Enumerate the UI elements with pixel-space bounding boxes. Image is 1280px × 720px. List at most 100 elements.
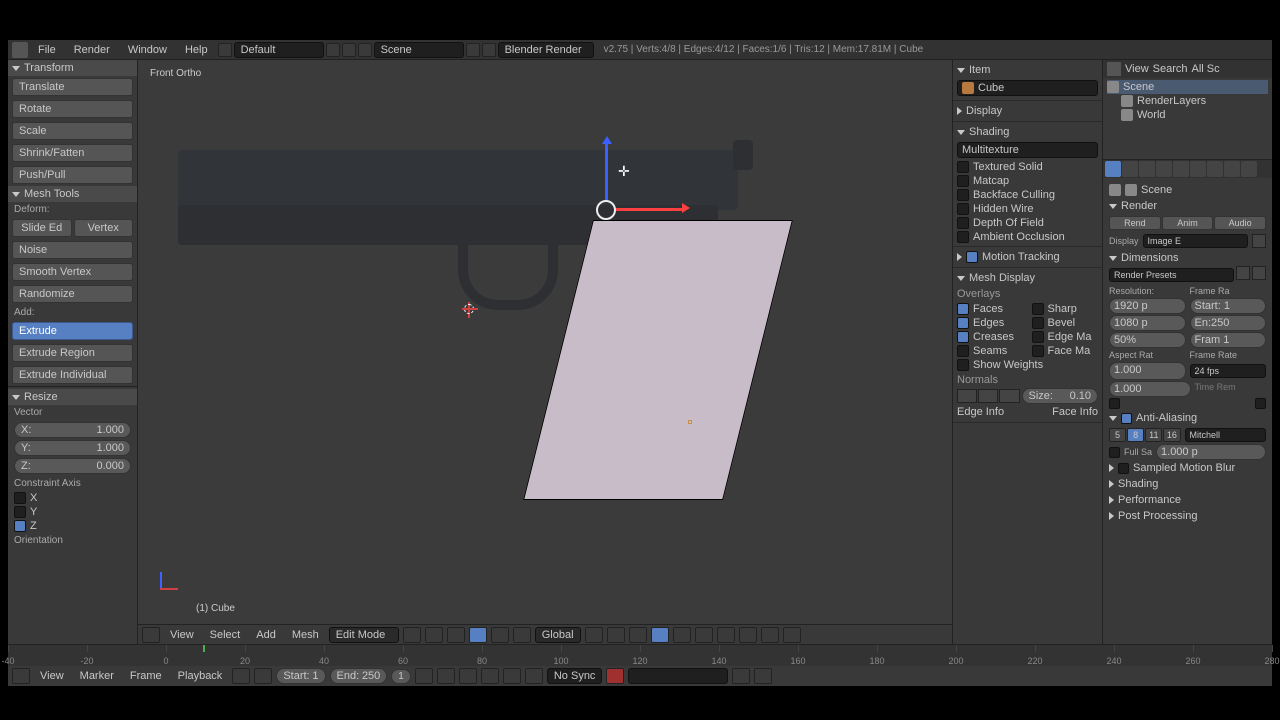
post-processing-panel-header[interactable]: Post Processing — [1109, 508, 1266, 524]
item-panel-header[interactable]: Item — [957, 62, 1098, 78]
backface-checkbox[interactable] — [957, 189, 969, 201]
normals-size-field[interactable]: Size:0.10 — [1022, 388, 1099, 404]
keyframe-prev-icon[interactable] — [437, 668, 455, 684]
dimensions-panel-header[interactable]: Dimensions — [1109, 250, 1266, 266]
opengl-render-icon[interactable] — [761, 627, 779, 643]
auto-keyframe-icon[interactable] — [606, 668, 624, 684]
pin-icon[interactable] — [1109, 184, 1121, 196]
outliner-filter-select[interactable]: All Sc — [1192, 63, 1268, 75]
transform-orient-select[interactable]: Global — [535, 627, 581, 643]
performance-panel-header[interactable]: Performance — [1109, 492, 1266, 508]
menu-file[interactable]: File — [30, 44, 64, 56]
render-engine-select[interactable]: Blender Render — [498, 42, 594, 58]
add-scene-icon[interactable] — [466, 43, 480, 57]
sync-mode-select[interactable]: No Sync — [547, 668, 603, 684]
manipulator-toggle[interactable] — [447, 627, 465, 643]
render-presets-select[interactable]: Render Presets — [1109, 268, 1234, 282]
frame-step-field[interactable]: Fram 1 — [1190, 332, 1267, 348]
display-mode-select[interactable]: Image E — [1143, 234, 1248, 248]
edge-select-icon[interactable] — [629, 627, 647, 643]
jump-start-icon[interactable] — [415, 668, 433, 684]
aa-panel-header[interactable]: Anti-Aliasing — [1109, 410, 1266, 426]
ao-checkbox[interactable] — [957, 231, 969, 243]
border-checkbox[interactable] — [1109, 398, 1120, 409]
menu-render[interactable]: Render — [66, 44, 118, 56]
lock-time-icon[interactable] — [254, 668, 272, 684]
item-name-field[interactable]: Cube — [957, 80, 1098, 96]
motion-tracking-header[interactable]: Motion Tracking — [957, 249, 1098, 265]
back-to-previous-icon[interactable] — [218, 43, 232, 57]
extrude-region-button[interactable]: Extrude Region — [12, 344, 133, 362]
aa-8-button[interactable]: 8 — [1127, 428, 1144, 442]
tl-menu-view[interactable]: View — [34, 670, 70, 682]
seams-checkbox[interactable] — [957, 345, 969, 357]
matcap-checkbox[interactable] — [957, 175, 969, 187]
3d-viewport[interactable]: Front Ortho ✛ (1) Cube View — [138, 60, 952, 644]
noise-button[interactable]: Noise — [12, 241, 133, 259]
pushpull-button[interactable]: Push/Pull — [12, 166, 133, 184]
translate-button[interactable]: Translate — [12, 78, 133, 96]
aa-16-button[interactable]: 16 — [1163, 428, 1180, 442]
outliner-scene-node[interactable]: Scene — [1107, 80, 1268, 94]
shading-mode-select[interactable]: Multitexture — [957, 142, 1098, 158]
audio-button[interactable]: Audio — [1214, 216, 1266, 230]
viewport-shading-button[interactable] — [403, 627, 421, 643]
scene-tab-icon[interactable] — [1139, 161, 1155, 177]
jump-end-icon[interactable] — [525, 668, 543, 684]
timeline-track[interactable]: -40-200204060801001201401601802002202402… — [8, 645, 1272, 666]
smb-checkbox[interactable] — [1118, 463, 1129, 474]
aspect-x-field[interactable]: 1.000 — [1109, 362, 1186, 380]
render-panel-header[interactable]: Render — [1109, 198, 1266, 214]
res-x-field[interactable]: 1920 p — [1109, 298, 1186, 314]
snap-element-button[interactable] — [739, 627, 757, 643]
vp-menu-select[interactable]: Select — [204, 629, 247, 641]
vp-menu-add[interactable]: Add — [250, 629, 282, 641]
outliner-renderlayers-node[interactable]: RenderLayers — [1107, 94, 1268, 108]
edgemarks-checkbox[interactable] — [1032, 331, 1044, 343]
render-tab-icon[interactable] — [1105, 161, 1121, 177]
frame-start-field[interactable]: Start: 1 — [1190, 298, 1267, 314]
motion-tracking-checkbox[interactable] — [966, 251, 978, 263]
keying-set-select[interactable] — [628, 668, 728, 684]
loop-normals-btn[interactable] — [978, 389, 998, 403]
data-tab-icon[interactable] — [1224, 161, 1240, 177]
constraint-z-checkbox[interactable] — [14, 520, 26, 532]
bevel-checkbox[interactable] — [1032, 317, 1044, 329]
constraints-tab-icon[interactable] — [1190, 161, 1206, 177]
display-panel-header[interactable]: Display — [957, 103, 1098, 119]
res-percent-field[interactable]: 50% — [1109, 332, 1186, 348]
rotate-manip-icon[interactable] — [491, 627, 509, 643]
extrude-individual-button[interactable]: Extrude Individual — [12, 366, 133, 384]
translate-manip-icon[interactable] — [469, 627, 487, 643]
resize-x-field[interactable]: X:1.000 — [14, 422, 131, 438]
transform-panel-header[interactable]: Transform — [8, 60, 137, 76]
constraint-x-checkbox[interactable] — [14, 492, 26, 504]
material-tab-icon[interactable] — [1241, 161, 1257, 177]
timeline-editor-icon[interactable] — [12, 668, 30, 684]
limit-selection-icon[interactable] — [673, 627, 691, 643]
outliner-world-node[interactable]: World — [1107, 108, 1268, 122]
snap-toggle-icon[interactable] — [717, 627, 735, 643]
faces-checkbox[interactable] — [957, 303, 969, 315]
aa-size-field[interactable]: 1.000 p — [1156, 444, 1266, 460]
render-button[interactable]: Rend — [1109, 216, 1161, 230]
opengl-anim-icon[interactable] — [783, 627, 801, 643]
end-frame-field[interactable]: End: 250 — [330, 668, 388, 684]
outliner-editor-icon[interactable] — [1107, 62, 1121, 76]
mesh-display-header[interactable]: Mesh Display — [957, 270, 1098, 286]
screen-layout-select[interactable]: Default — [234, 42, 324, 58]
aspect-y-field[interactable]: 1.000 — [1109, 381, 1191, 397]
scale-button[interactable]: Scale — [12, 122, 133, 140]
aa-enable-checkbox[interactable] — [1121, 413, 1132, 424]
timeline-cursor[interactable] — [203, 645, 205, 652]
vp-menu-view[interactable]: View — [164, 629, 200, 641]
menu-help[interactable]: Help — [177, 44, 216, 56]
res-y-field[interactable]: 1080 p — [1109, 315, 1186, 331]
vertex-slide-button[interactable]: Vertex — [74, 219, 134, 237]
randomize-button[interactable]: Randomize — [12, 285, 133, 303]
vertex-normals-btn[interactable] — [957, 389, 977, 403]
aa-filter-select[interactable]: Mitchell — [1185, 428, 1267, 442]
delete-keyframe-icon[interactable] — [754, 668, 772, 684]
play-icon[interactable] — [481, 668, 499, 684]
scene-browse-icon[interactable] — [358, 43, 372, 57]
